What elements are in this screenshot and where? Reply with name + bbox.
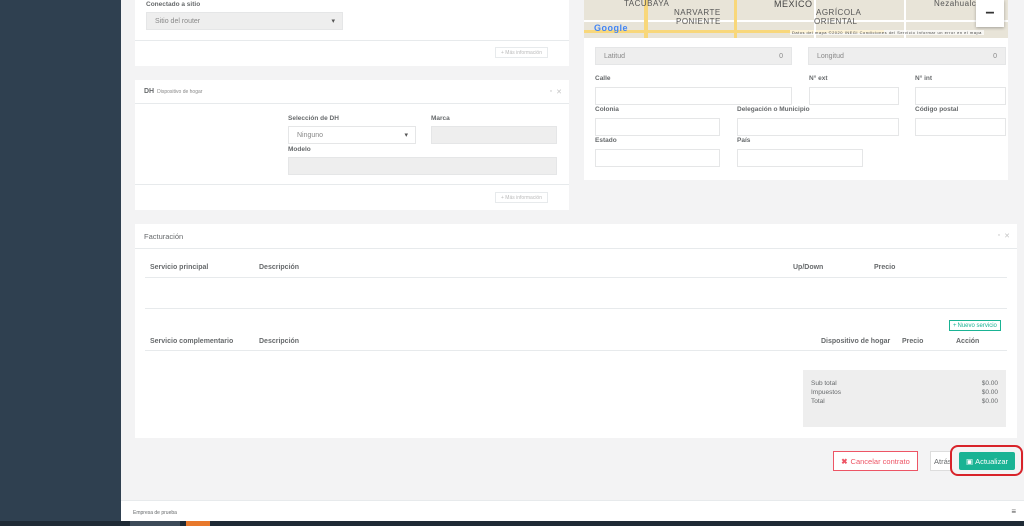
- more-info-button[interactable]: + Más información: [495, 47, 548, 58]
- close-icon: ✖: [841, 456, 848, 466]
- save-icon[interactable]: ▫: [550, 88, 552, 96]
- table-divider: [145, 277, 1007, 278]
- panel-tools: ▫ ✕: [998, 232, 1010, 240]
- subtotal-value: $0.00: [981, 380, 998, 387]
- country-label: País: [737, 137, 751, 144]
- col-main-service: Servicio principal: [150, 264, 209, 271]
- dh-panel-title: DH: [144, 88, 155, 95]
- more-info-button[interactable]: + Más información: [495, 192, 548, 203]
- col-complementary-service: Servicio complementario: [150, 338, 234, 345]
- billing-panel-header: Facturación: [135, 224, 1017, 249]
- brand-label: Marca: [431, 115, 450, 122]
- cancel-contract-button[interactable]: ✖ Cancelar contrato: [833, 451, 918, 471]
- table-divider: [145, 308, 1007, 309]
- footer: Empresa de prueba ≡: [121, 500, 1024, 522]
- total-value: $0.00: [981, 398, 998, 405]
- minus-icon: −: [985, 4, 995, 22]
- menu-icon[interactable]: ≡: [1011, 507, 1016, 516]
- site-panel: Conectado a sitio Sitio del router + Más…: [135, 0, 569, 66]
- google-logo: Google: [594, 23, 628, 33]
- postal-code-input[interactable]: [915, 118, 1006, 136]
- company-name: Empresa de prueba: [133, 510, 177, 516]
- highlight-annotation: [950, 445, 1023, 476]
- map-place: PONIENTE: [676, 17, 721, 26]
- map-place: TACUBAYA: [624, 0, 670, 8]
- close-icon[interactable]: ✕: [1004, 232, 1010, 240]
- new-service-button[interactable]: + Nuevo servicio: [949, 320, 1001, 331]
- dh-panel-subtitle: Dispositivo de hogar: [157, 88, 203, 95]
- taskbar-item[interactable]: [186, 521, 210, 526]
- connected-site-label: Conectado a sitio: [146, 1, 201, 8]
- map-place: ORIENTAL: [814, 17, 858, 26]
- longitude-value: 0: [993, 52, 997, 60]
- plus-icon: +: [953, 322, 957, 329]
- dh-selection-select[interactable]: Ninguno: [288, 126, 416, 144]
- divider: [135, 40, 569, 41]
- back-button[interactable]: Atrás: [930, 451, 952, 471]
- map-place: AGRÍCOLA: [816, 8, 862, 17]
- divider: [135, 184, 569, 185]
- tax-label: Impuestos: [811, 389, 841, 396]
- tax-value: $0.00: [981, 389, 998, 396]
- latitude-value: 0: [779, 52, 783, 60]
- model-label: Modelo: [288, 146, 311, 153]
- col-description: Descripción: [259, 264, 300, 271]
- table-divider: [145, 350, 1007, 351]
- model-input[interactable]: [288, 157, 557, 175]
- country-input[interactable]: [737, 149, 863, 167]
- colonia-input[interactable]: [595, 118, 720, 136]
- latitude-input[interactable]: Latitud 0: [595, 47, 792, 65]
- taskbar-item[interactable]: [130, 521, 180, 526]
- postal-code-label: Código postal: [915, 106, 959, 113]
- dh-panel-header: DH Dispositivo de hogar: [135, 80, 569, 104]
- ext-number-input[interactable]: [809, 87, 899, 105]
- colonia-label: Colonia: [595, 106, 619, 113]
- state-input[interactable]: [595, 149, 720, 167]
- total-label: Total: [811, 398, 825, 405]
- int-number-label: N° int: [915, 75, 933, 82]
- taskbar: [0, 521, 1024, 526]
- brand-input[interactable]: [431, 126, 557, 144]
- ext-number-label: N° ext: [809, 75, 828, 82]
- municipality-input[interactable]: [737, 118, 899, 136]
- dh-panel: DH Dispositivo de hogar ▫ ✕ Selección de…: [135, 80, 569, 210]
- street-label: Calle: [595, 75, 611, 82]
- panel-tools: ▫ ✕: [550, 88, 562, 96]
- dh-selection-label: Selección de DH: [288, 115, 339, 122]
- new-service-label: Nuevo servicio: [957, 322, 997, 329]
- col-description: Descripción: [259, 338, 300, 345]
- subtotal-label: Sub total: [811, 380, 837, 387]
- site-select[interactable]: Sitio del router: [146, 12, 343, 30]
- save-icon[interactable]: ▫: [998, 232, 1000, 240]
- col-price: Precio: [902, 338, 924, 345]
- map-place: MÉXICO: [774, 0, 813, 9]
- street-input[interactable]: [595, 87, 792, 105]
- map[interactable]: TACUBAYA MÉXICO NARVARTE PONIENTE AGRÍCO…: [584, 0, 1008, 38]
- longitude-input[interactable]: Longitud 0: [808, 47, 1006, 65]
- longitude-label: Longitud: [817, 52, 844, 60]
- col-price: Precio: [874, 264, 896, 271]
- int-number-input[interactable]: [915, 87, 1006, 105]
- sidebar: [0, 0, 121, 526]
- map-place: NARVARTE: [674, 8, 721, 17]
- col-up-down: Up/Down: [793, 264, 824, 271]
- billing-title: Facturación: [144, 231, 184, 241]
- close-icon[interactable]: ✕: [556, 88, 562, 96]
- map-attribution: Datos del mapa ©2020 INEGI Condiciones d…: [790, 30, 984, 35]
- latitude-label: Latitud: [604, 52, 626, 60]
- totals-summary: Sub total $0.00 Impuestos $0.00 Total $0.00: [803, 370, 1006, 427]
- cancel-contract-label: Cancelar contrato: [850, 456, 910, 466]
- state-label: Estado: [595, 137, 617, 144]
- zoom-out-button[interactable]: −: [976, 0, 1004, 27]
- municipality-label: Delegación o Municipio: [737, 106, 810, 113]
- col-home-device: Dispositivo de hogar: [821, 338, 891, 345]
- col-action: Acción: [956, 338, 980, 345]
